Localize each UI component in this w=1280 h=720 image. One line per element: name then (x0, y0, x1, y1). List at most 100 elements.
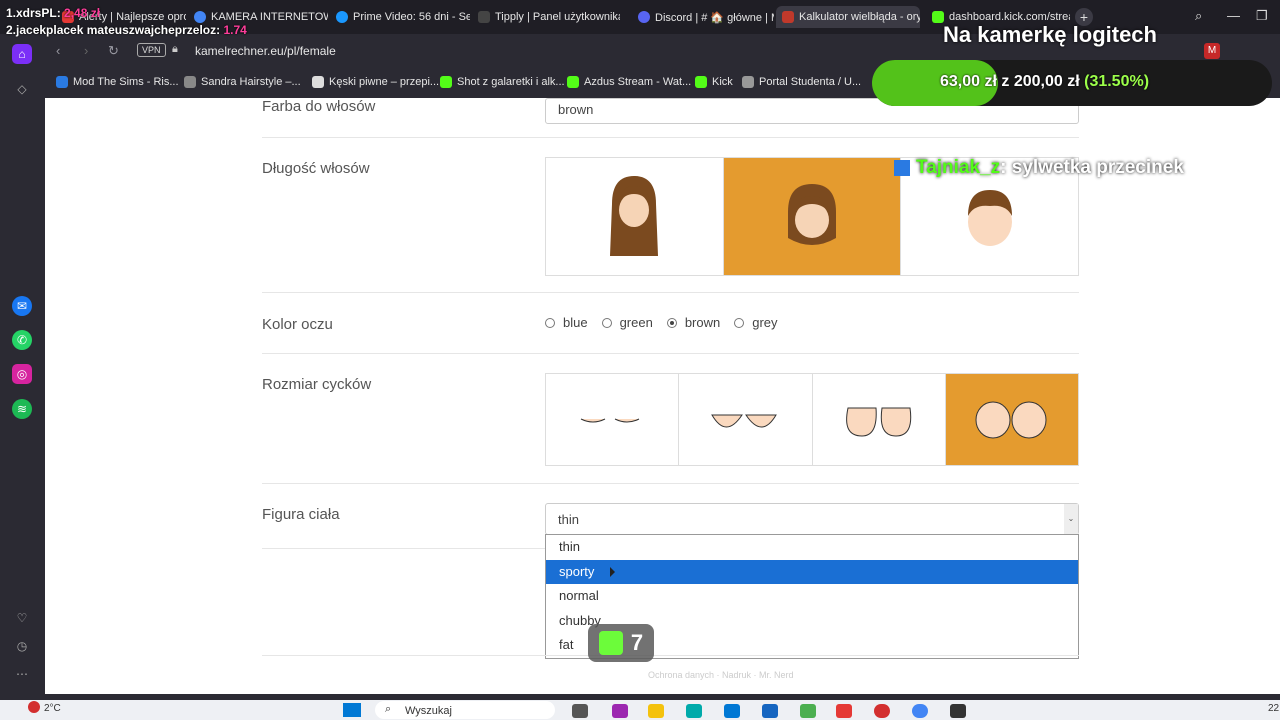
page-content: Farba do włosów brown Długość włosów Kol… (45, 98, 1280, 694)
tab-discord[interactable]: Discord | # 🏠 główne | Me (632, 6, 774, 28)
tab-label: Prime Video: 56 dni - Sezo (353, 11, 470, 23)
tab-kalkulator[interactable]: Kalkulator wielbłąda - ory (776, 6, 920, 28)
hair-long-option[interactable] (546, 158, 724, 275)
camel-icon (782, 11, 794, 23)
radio-label: green (619, 315, 653, 330)
portal-icon (742, 76, 754, 88)
size-1-option[interactable] (546, 374, 680, 465)
bookmark-item[interactable]: Kęski piwne – przepi... (312, 76, 439, 88)
radio-label: blue (563, 315, 588, 330)
copilot-icon[interactable] (612, 704, 628, 718)
tab-label: Tipply | Panel użytkownika (495, 11, 620, 23)
heart-icon[interactable]: ♡ (12, 608, 32, 628)
app-icon[interactable] (836, 704, 852, 718)
bookmark-item[interactable]: Sandra Hairstyle –... (184, 76, 301, 88)
vpn-badge[interactable]: VPN (137, 43, 166, 57)
taskbar: 2°C ⌕ Wyszukaj 22 (0, 700, 1280, 720)
hair-color-label: Farba do włosów (262, 98, 376, 115)
windows-start-icon[interactable] (343, 703, 361, 717)
tab-tipply[interactable]: Tipply | Panel użytkownika (472, 6, 620, 28)
breast-size-label: Rozmiar cycków (262, 376, 372, 393)
bookmark-item[interactable]: Shot z galaretki i alk... (440, 76, 565, 88)
app-icon[interactable] (950, 704, 966, 718)
search-icon[interactable]: ⌕ (1195, 8, 1202, 24)
notification-badge (28, 701, 40, 713)
more-icon[interactable]: ⋯ (12, 664, 32, 684)
minimize-button[interactable]: — (1227, 8, 1240, 23)
back-icon[interactable]: ‹ (56, 43, 60, 58)
medium-hair-icon (788, 183, 836, 245)
bookmark-item[interactable]: Kick (695, 76, 733, 88)
folder-icon[interactable] (648, 704, 664, 718)
edge-icon[interactable] (686, 704, 702, 718)
search-icon: ⌕ (385, 703, 392, 715)
forward-icon[interactable]: › (84, 43, 88, 58)
bookmark-label: Sandra Hairstyle –... (201, 76, 301, 88)
radio-brown[interactable] (666, 317, 677, 328)
option-thin[interactable]: thin (546, 535, 1078, 560)
clock[interactable]: 22 (1268, 703, 1279, 714)
instagram-icon[interactable]: ◎ (12, 364, 32, 384)
size-2-option[interactable] (679, 374, 813, 465)
tab-prime[interactable]: Prime Video: 56 dni - Sezo (330, 6, 470, 28)
url-field[interactable]: kamelrechner.eu/pl/female (195, 44, 336, 58)
hair-medium-option[interactable] (723, 158, 902, 275)
chrome-icon[interactable] (912, 704, 928, 718)
spotify-icon[interactable]: ≋ (12, 399, 32, 419)
store-icon[interactable] (724, 704, 740, 718)
chevron-down-icon[interactable]: ⌄ (1064, 504, 1078, 534)
history-icon[interactable]: ◷ (12, 636, 32, 656)
maximize-button[interactable]: ❐ (1256, 8, 1268, 24)
home-icon[interactable]: ⌂ (12, 44, 32, 64)
minecraft-icon[interactable] (800, 704, 816, 718)
google-icon (194, 11, 206, 23)
long-hair-icon (610, 175, 659, 256)
whatsapp-icon[interactable]: ✆ (12, 330, 32, 350)
weather-widget[interactable]: 2°C (44, 703, 61, 714)
radio-blue[interactable] (545, 317, 555, 328)
mouse-cursor-icon (610, 567, 615, 577)
hair-length-label: Długość włosów (262, 160, 370, 177)
app-icon[interactable] (762, 704, 778, 718)
viewer-count: 7 (630, 630, 644, 655)
discord-icon (638, 11, 650, 23)
radio-grey[interactable] (734, 317, 745, 328)
divider (262, 353, 1079, 354)
size-4-icon (975, 401, 1047, 438)
goal-amount: 63,00 zł z 200,00 zł (940, 73, 1080, 90)
size-4-option[interactable] (945, 374, 1078, 465)
bookmark-item[interactable]: Mod The Sims - Ris... (56, 76, 179, 88)
kick-icon (598, 631, 623, 655)
reload-icon[interactable]: ↻ (108, 43, 119, 59)
profile-avatar[interactable]: M (1204, 43, 1220, 59)
leaderboard-value: 2,48 zł (64, 6, 101, 20)
taskbar-search[interactable]: ⌕ Wyszukaj (375, 701, 555, 719)
option-normal[interactable]: normal (546, 584, 1078, 609)
divider (262, 655, 1079, 656)
pin-icon[interactable]: ◇ (12, 79, 32, 99)
footer-links[interactable]: Ochrona danych · Nadruk · Mr. Nerd (648, 670, 794, 680)
taskview-icon[interactable] (572, 704, 588, 718)
leaderboard-name: 2.jacekplacek mateuszwajcheprzeloz: (6, 23, 221, 37)
goal-percent: (31.50%) (1084, 73, 1150, 90)
bookmark-item[interactable]: Portal Studenta / U... (742, 76, 861, 88)
body-figure-select[interactable]: thin ⌄ (545, 503, 1079, 535)
opera-icon[interactable] (874, 704, 890, 718)
bookmark-label: Shot z galaretki i alk... (457, 76, 565, 88)
bookmark-item[interactable]: Azdus Stream - Wat... (567, 76, 691, 88)
eye-color-radios: blue green brown grey (545, 315, 792, 330)
lock-icon[interactable]: 🔒︎ (172, 43, 178, 56)
bookmark-icon (184, 76, 196, 88)
breast-size-options (545, 373, 1079, 466)
tab-label: KAMERA INTERNETOWA F (211, 11, 328, 23)
option-sporty[interactable]: sporty (546, 559, 1078, 584)
size-1-icon (580, 418, 640, 422)
kick-icon (567, 76, 579, 88)
radio-green[interactable] (601, 317, 612, 328)
size-3-option[interactable] (813, 374, 946, 465)
bookmark-icon (56, 76, 68, 88)
size-3-icon (845, 407, 911, 437)
divider (262, 483, 1079, 484)
radio-label: brown (684, 315, 721, 330)
messenger-icon[interactable]: ✉ (12, 296, 32, 316)
